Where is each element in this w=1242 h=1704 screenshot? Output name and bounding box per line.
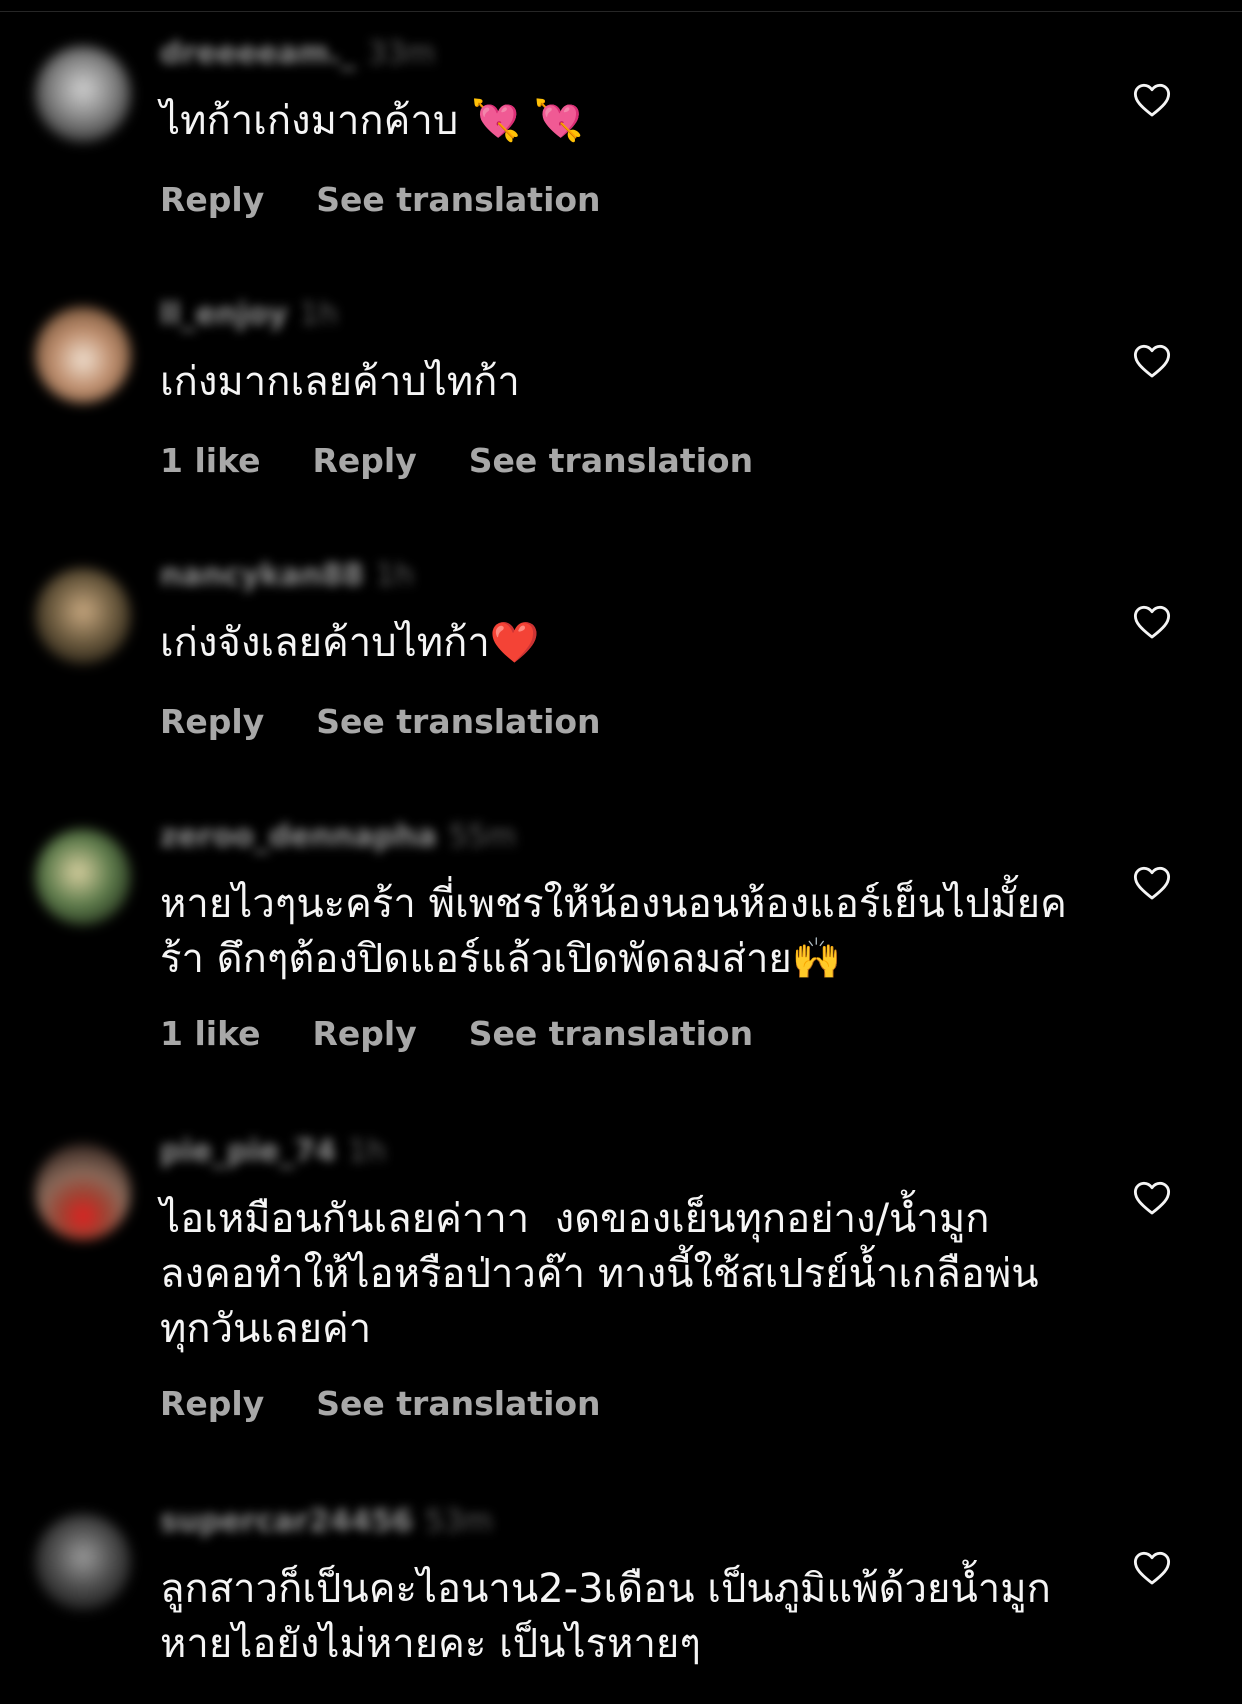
username-text[interactable]: ll_enjoy [160, 297, 288, 332]
comment-actions: 1 like Reply See translation [160, 441, 753, 480]
username-text[interactable]: dreeeeam._ [160, 36, 356, 71]
comment-username[interactable]: supercar24456 53m [160, 1504, 492, 1539]
comment-time: 1h [375, 558, 414, 593]
comment-text: หายไวๆนะคร้า พี่เพชรให้น้องนอนห้องแอร์เย… [160, 881, 1067, 982]
comment-time: 53m [425, 1504, 493, 1539]
comment-text: ลูกสาวก็เป็นคะไอนาน2-3เดือน เป็นภูมิแพ้ด… [160, 1566, 1051, 1667]
heart-outline-icon[interactable] [1133, 1550, 1171, 1586]
comment-text: ไอเหมือนกันเลยค่าาา งดของเย็นทุกอย่าง/น้… [160, 1196, 1039, 1352]
comment-username[interactable]: zeroo_dennapha 55m [160, 819, 516, 854]
see-translation-button[interactable]: See translation [469, 441, 753, 480]
comment-actions: Reply See translation [160, 1384, 601, 1423]
comment-text: เก่งมากเลยค้าบไทก้า [160, 359, 520, 405]
comment-username[interactable]: pie_pie_74 1h [160, 1134, 386, 1169]
heart-outline-icon[interactable] [1133, 1180, 1171, 1216]
comment-actions: Reply See translation [160, 180, 601, 219]
avatar[interactable] [35, 46, 131, 142]
comment-text: เก่งจังเลยค้าบไทก้า❤️ [160, 620, 540, 666]
comment-username[interactable]: ll_enjoy 1h [160, 297, 338, 332]
like-count[interactable]: 1 like [160, 441, 261, 480]
avatar[interactable] [35, 307, 131, 403]
reply-button[interactable]: Reply [313, 1014, 417, 1053]
comment-time: 1h [347, 1134, 387, 1169]
username-text[interactable]: pie_pie_74 [160, 1134, 336, 1169]
reply-button[interactable]: Reply [160, 180, 264, 219]
comment-actions: Reply See translation [160, 702, 601, 741]
comment-text: ไทก้าเก่งมากค้าบ 💘 💘 [160, 98, 584, 144]
avatar[interactable] [35, 568, 131, 664]
username-text[interactable]: nancykan88 [160, 558, 364, 593]
reply-button[interactable]: Reply [160, 1384, 264, 1423]
avatar[interactable] [35, 1144, 131, 1240]
avatar[interactable] [35, 1514, 131, 1610]
comment-actions: 1 like Reply See translation [160, 1014, 753, 1053]
reply-button[interactable]: Reply [313, 441, 417, 480]
reply-button[interactable]: Reply [160, 702, 264, 741]
avatar[interactable] [35, 829, 131, 925]
comment-time: 33m [367, 36, 435, 71]
see-translation-button[interactable]: See translation [316, 180, 600, 219]
like-count[interactable]: 1 like [160, 1014, 261, 1053]
username-text[interactable]: zeroo_dennapha [160, 819, 437, 854]
username-text[interactable]: supercar24456 [160, 1504, 413, 1539]
heart-outline-icon[interactable] [1133, 865, 1171, 901]
heart-outline-icon[interactable] [1133, 604, 1171, 640]
comment-time: 55m [448, 819, 517, 854]
comment-time: 1h [299, 297, 338, 332]
heart-outline-icon[interactable] [1133, 343, 1171, 379]
comment-username[interactable]: dreeeeam._ 33m [160, 36, 435, 71]
see-translation-button[interactable]: See translation [316, 1384, 600, 1423]
top-divider [0, 11, 1242, 12]
heart-outline-icon[interactable] [1133, 82, 1171, 118]
comment-username[interactable]: nancykan88 1h [160, 558, 414, 593]
see-translation-button[interactable]: See translation [469, 1014, 753, 1053]
see-translation-button[interactable]: See translation [316, 702, 600, 741]
